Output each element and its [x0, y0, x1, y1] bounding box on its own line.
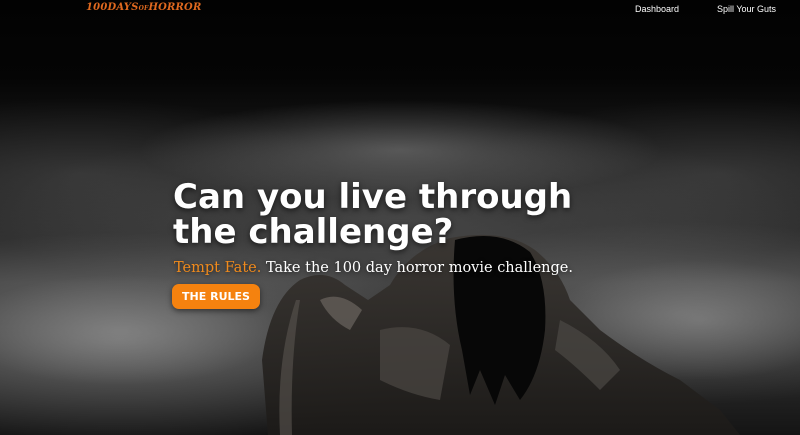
logo-text-main: 100DAYS [86, 2, 139, 13]
tagline-rest: Take the 100 day horror movie challenge. [261, 260, 573, 276]
tagline-accent: Tempt Fate. [174, 260, 262, 276]
hero-tagline: Tempt Fate. Take the 100 day horror movi… [174, 260, 573, 276]
hero-headline: Can you live through the challenge? [173, 177, 573, 252]
the-rules-button[interactable]: THE RULES [172, 284, 260, 309]
logo-text-end: HORROR [148, 2, 202, 13]
site-logo[interactable]: 100DAYSOFHORROR [86, 2, 201, 13]
nav-link-dashboard[interactable]: Dashboard [635, 4, 679, 14]
top-navigation: 100DAYSOFHORROR Dashboard Spill Your Gut… [0, 0, 800, 20]
hero-section: 100DAYSOFHORROR Dashboard Spill Your Gut… [0, 0, 800, 435]
nav-link-spill-your-guts[interactable]: Spill Your Guts [717, 4, 776, 14]
logo-text-small: OF [138, 5, 149, 12]
